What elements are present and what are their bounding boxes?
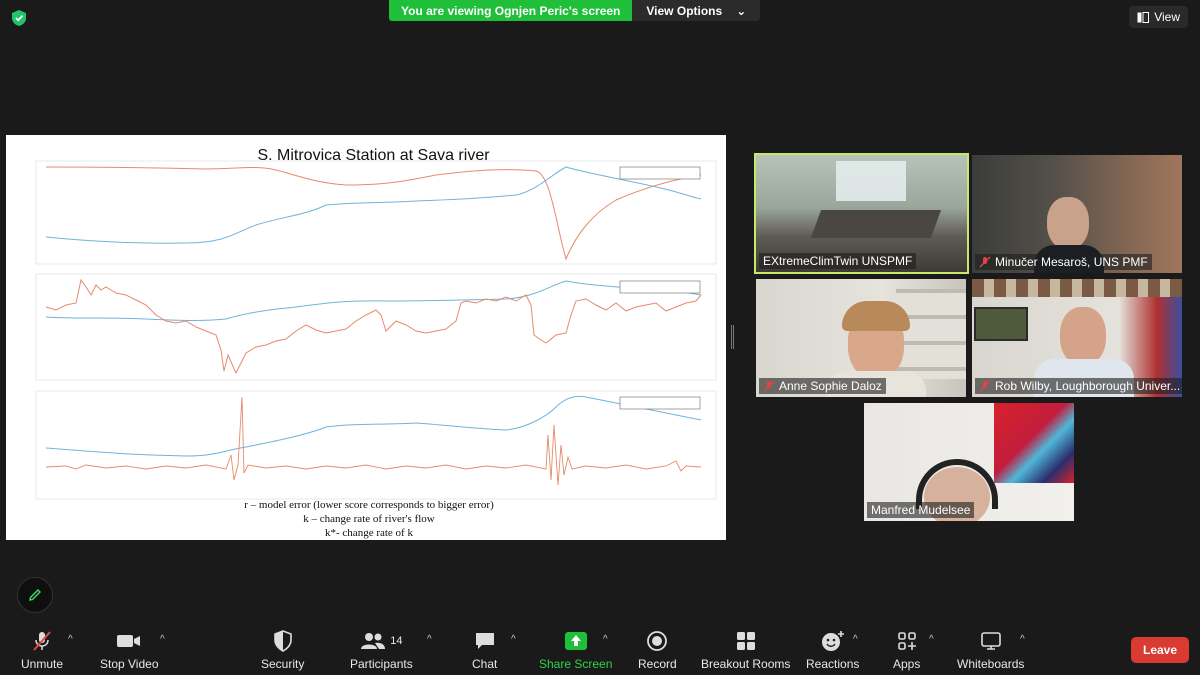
unmute-button[interactable]: Unmute [21, 628, 63, 671]
leave-meeting-button[interactable]: Leave [1131, 637, 1189, 663]
caption-line-kstar: k*- change rate of k [325, 527, 413, 539]
chevron-down-icon: ⌄ [736, 3, 747, 18]
participant-name: EXtremeClimTwin UNSPMF [763, 254, 913, 268]
reactions-label: Reactions [806, 657, 860, 671]
chat-label: Chat [472, 657, 498, 671]
mic-muted-icon [33, 631, 51, 651]
security-button[interactable]: Security [261, 628, 304, 671]
apps-options-caret[interactable]: ^ [929, 634, 934, 645]
viewing-status-text: You are viewing Ognjen Peric's screen [389, 0, 633, 21]
participants-options-caret[interactable]: ^ [427, 634, 432, 645]
mic-muted-icon [979, 256, 991, 268]
chat-button[interactable]: Chat [472, 628, 497, 671]
video-options-caret[interactable]: ^ [160, 634, 165, 645]
reactions-smiley-icon [821, 631, 844, 651]
participant-name: Rob Wilby, Loughborough Univer... [995, 379, 1181, 393]
record-button[interactable]: Record [638, 628, 677, 671]
participants-label: Participants [350, 657, 413, 671]
participants-button[interactable]: 14 Participants [350, 628, 413, 671]
grid-view-icon [1137, 11, 1150, 23]
reactions-button[interactable]: Reactions [806, 628, 859, 671]
shared-screen: S. Mitrovica Station at Sava river r – m… [6, 135, 726, 540]
participant-name-tag: Anne Sophie Daloz [759, 378, 886, 394]
video-tile-minucer-mesaros[interactable]: Minučer Mesaroš, UNS PMF [972, 155, 1182, 273]
shield-icon [273, 630, 292, 652]
whiteboard-icon [980, 632, 1001, 650]
breakout-rooms-label: Breakout Rooms [701, 657, 791, 671]
record-label: Record [638, 657, 677, 671]
video-camera-icon [117, 635, 141, 647]
chart-title: S. Mitrovica Station at Sava river [257, 147, 490, 164]
meeting-toolbar: Unmute ^ Stop Video ^ Security 14 Partic… [0, 620, 1200, 675]
whiteboards-options-caret[interactable]: ^ [1020, 634, 1025, 645]
screen-share-banner: You are viewing Ognjen Peric's screen Vi… [389, 0, 761, 21]
share-screen-button[interactable]: Share Screen [539, 628, 612, 671]
share-screen-label: Share Screen [539, 657, 613, 671]
share-options-caret[interactable]: ^ [603, 634, 608, 645]
chat-bubble-icon [475, 633, 494, 649]
stop-video-label: Stop Video [100, 657, 159, 671]
video-tile-manfred-mudelsee[interactable]: Manfred Mudelsee [864, 403, 1074, 521]
apps-icon [897, 632, 916, 650]
participant-name-tag: Minučer Mesaroš, UNS PMF [975, 254, 1152, 270]
record-icon [647, 631, 668, 651]
participant-name-tag: EXtremeClimTwin UNSPMF [759, 253, 917, 269]
mic-muted-icon [763, 380, 775, 392]
reactions-options-caret[interactable]: ^ [853, 634, 858, 645]
whiteboards-label: Whiteboards [957, 657, 1025, 671]
whiteboards-button[interactable]: Whiteboards [957, 628, 1024, 671]
caption-line-r: r – model error (lower score corresponds… [244, 499, 494, 511]
participants-count: 14 [390, 635, 403, 647]
apps-label: Apps [893, 657, 921, 671]
participant-name-tag: Rob Wilby, Loughborough Univer... [975, 378, 1182, 394]
unmute-label: Unmute [21, 657, 64, 671]
security-label: Security [261, 657, 305, 671]
participant-name: Manfred Mudelsee [871, 503, 971, 517]
share-screen-icon [564, 632, 587, 650]
audio-options-caret[interactable]: ^ [68, 634, 73, 645]
video-tile-anne-sophie-daloz[interactable]: Anne Sophie Daloz [756, 279, 966, 397]
view-options-label: View Options [646, 3, 723, 18]
video-tile-extremeclimtwin[interactable]: EXtremeClimTwin UNSPMF [754, 153, 969, 274]
breakout-rooms-button[interactable]: Breakout Rooms [701, 628, 790, 671]
video-tile-rob-wilby[interactable]: Rob Wilby, Loughborough Univer... [972, 279, 1182, 397]
pencil-icon [29, 589, 41, 601]
shared-plot-canvas [35, 160, 717, 500]
mic-muted-icon [979, 380, 991, 392]
resize-divider-handle[interactable] [731, 325, 734, 349]
participant-name-tag: Manfred Mudelsee [867, 502, 975, 518]
annotate-pencil-button[interactable] [17, 577, 53, 613]
breakout-rooms-icon [736, 632, 755, 650]
view-label: View [1154, 10, 1180, 24]
apps-button[interactable]: Apps [893, 628, 920, 671]
participant-name: Anne Sophie Daloz [779, 379, 882, 393]
participant-name: Minučer Mesaroš, UNS PMF [995, 255, 1148, 269]
view-layout-button[interactable]: View [1129, 6, 1188, 28]
stop-video-button[interactable]: Stop Video [100, 628, 159, 671]
chat-options-caret[interactable]: ^ [511, 634, 516, 645]
participants-icon [361, 633, 386, 649]
view-options-button[interactable]: View Options ⌄ [632, 0, 761, 21]
security-shield-icon[interactable] [10, 9, 28, 27]
caption-line-k: k – change rate of river's flow [303, 513, 435, 525]
